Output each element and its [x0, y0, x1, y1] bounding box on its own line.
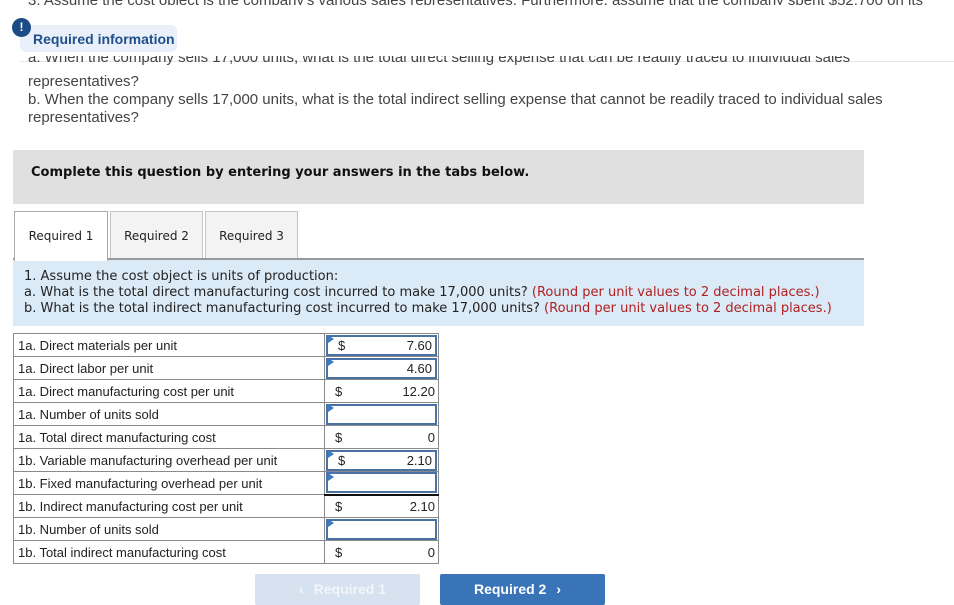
cell-value: 2.10	[406, 452, 432, 468]
row-label: 1a. Number of units sold	[13, 402, 325, 426]
currency-symbol: $	[335, 498, 343, 514]
question-a-continuation: representatives?	[28, 73, 139, 90]
row-label: 1b. Fixed manufacturing overhead per uni…	[13, 471, 325, 495]
row-label: 1b. Total indirect manufacturing cost	[13, 540, 325, 564]
computed-value: $0	[325, 427, 438, 448]
rounding-note: (Round per unit values to 2 decimal plac…	[531, 285, 820, 300]
table-row: 1a. Direct materials per unit $7.60	[13, 333, 439, 357]
currency-symbol: $	[338, 452, 346, 468]
tab-required-3[interactable]: Required 3	[205, 211, 298, 259]
prompt-box: 1. Assume the cost object is units of pr…	[13, 258, 864, 326]
input-flag-icon	[328, 358, 334, 366]
alert-icon: !	[12, 18, 31, 37]
table-row: 1a. Direct manufacturing cost per unit $1…	[13, 379, 439, 403]
computed-value-cell: $0	[324, 540, 439, 564]
tab-bar: Required 1 Required 2 Required 3	[14, 211, 300, 261]
answer-input-cell[interactable]	[324, 471, 439, 495]
next-required-button[interactable]: Required 2 ›	[440, 574, 605, 605]
input-flag-icon	[328, 473, 334, 481]
chevron-left-icon: ‹	[298, 581, 304, 597]
computed-value: $12.20	[325, 381, 438, 402]
prev-required-button[interactable]: ‹ Required 1	[255, 574, 420, 605]
answer-input-cell[interactable]	[324, 402, 439, 426]
next-button-label: Required 2	[473, 581, 547, 597]
input-flag-icon	[328, 519, 334, 527]
currency-symbol: $	[335, 429, 343, 445]
table-row: 1a. Number of units sold	[13, 402, 439, 426]
input-flag-icon	[328, 450, 334, 458]
required-information-label: Required information	[33, 31, 175, 47]
answer-input[interactable]	[326, 472, 437, 494]
row-label: 1b. Indirect manufacturing cost per unit	[13, 494, 325, 518]
tab-required-1[interactable]: Required 1	[14, 211, 108, 261]
answer-input[interactable]	[326, 518, 437, 540]
prev-button-label: Required 1	[313, 581, 387, 597]
question-b: b. When the company sells 17,000 units, …	[28, 91, 883, 108]
answer-input-cell[interactable]: $2.10	[324, 448, 439, 472]
cell-value: 4.60	[406, 360, 432, 376]
clipped-intro-text: 3. Assume the cost object is the company…	[28, 0, 954, 5]
question-a-text: a. When the company sells 17,000 units, …	[28, 56, 851, 66]
table-row: 1b. Number of units sold	[13, 517, 439, 541]
currency-symbol: $	[338, 337, 346, 353]
question-a-clipped: a. When the company sells 17,000 units, …	[28, 56, 928, 72]
row-label: 1b. Variable manufacturing overhead per …	[13, 448, 325, 472]
cell-value: 7.60	[406, 337, 432, 353]
computed-value-cell: $12.20	[324, 379, 439, 403]
cell-value: 0	[427, 544, 435, 560]
currency-symbol: $	[335, 544, 343, 560]
computed-value-cell: $0	[324, 425, 439, 449]
currency-symbol: $	[335, 383, 343, 399]
prompt-line-2-text: a. What is the total direct manufacturin…	[24, 285, 528, 300]
prompt-line-2: a. What is the total direct manufacturin…	[24, 285, 864, 301]
table-row: 1b. Indirect manufacturing cost per unit…	[13, 493, 439, 518]
rounding-note: (Round per unit values to 2 decimal plac…	[544, 301, 832, 316]
instructions-text: Complete this question by entering your …	[31, 165, 530, 180]
answer-input[interactable]: $7.60	[326, 334, 437, 356]
answer-input[interactable]	[326, 403, 437, 425]
row-label: 1b. Number of units sold	[13, 517, 325, 541]
question-b-continuation: representatives?	[28, 109, 139, 126]
prompt-line-3: b. What is the total indirect manufactur…	[24, 301, 864, 317]
instructions-banner: Complete this question by entering your …	[13, 150, 864, 204]
answer-input-cell[interactable]: $7.60	[324, 333, 439, 357]
answer-input[interactable]: 4.60	[326, 357, 437, 379]
answer-table: 1a. Direct materials per unit $7.60 1a. Di…	[13, 333, 439, 564]
intro-text: 3. Assume the cost object is the company…	[28, 0, 923, 5]
required-information-button[interactable]: Required information	[20, 25, 177, 52]
table-row: 1b. Variable manufacturing overhead per …	[13, 448, 439, 472]
computed-value: $2.10	[325, 496, 438, 517]
question-text: representatives? b. When the company sel…	[28, 73, 938, 127]
computed-value-cell: $2.10	[324, 493, 439, 518]
row-label: 1a. Total direct manufacturing cost	[13, 425, 325, 449]
cell-value: 0	[427, 429, 435, 445]
prompt-line-1: 1. Assume the cost object is units of pr…	[24, 269, 339, 284]
cell-value: 12.20	[402, 383, 435, 399]
table-row: 1b. Fixed manufacturing overhead per uni…	[13, 471, 439, 495]
computed-value: $0	[325, 542, 438, 563]
answer-input-cell[interactable]	[324, 517, 439, 541]
input-flag-icon	[328, 335, 334, 343]
chevron-right-icon: ›	[556, 581, 562, 597]
table-row: 1a. Direct labor per unit 4.60	[13, 356, 439, 380]
row-label: 1a. Direct labor per unit	[13, 356, 325, 380]
tab-required-2[interactable]: Required 2	[110, 211, 203, 259]
cell-value: 2.10	[409, 498, 435, 514]
input-flag-icon	[328, 404, 334, 412]
table-row: 1b. Total indirect manufacturing cost $0	[13, 540, 439, 564]
row-label: 1a. Direct manufacturing cost per unit	[13, 379, 325, 403]
row-label: 1a. Direct materials per unit	[13, 333, 325, 357]
answer-input[interactable]: $2.10	[326, 449, 437, 471]
table-row: 1a. Total direct manufacturing cost $0	[13, 425, 439, 449]
answer-input-cell[interactable]: 4.60	[324, 356, 439, 380]
prompt-line-3-text: b. What is the total indirect manufactur…	[24, 301, 540, 316]
